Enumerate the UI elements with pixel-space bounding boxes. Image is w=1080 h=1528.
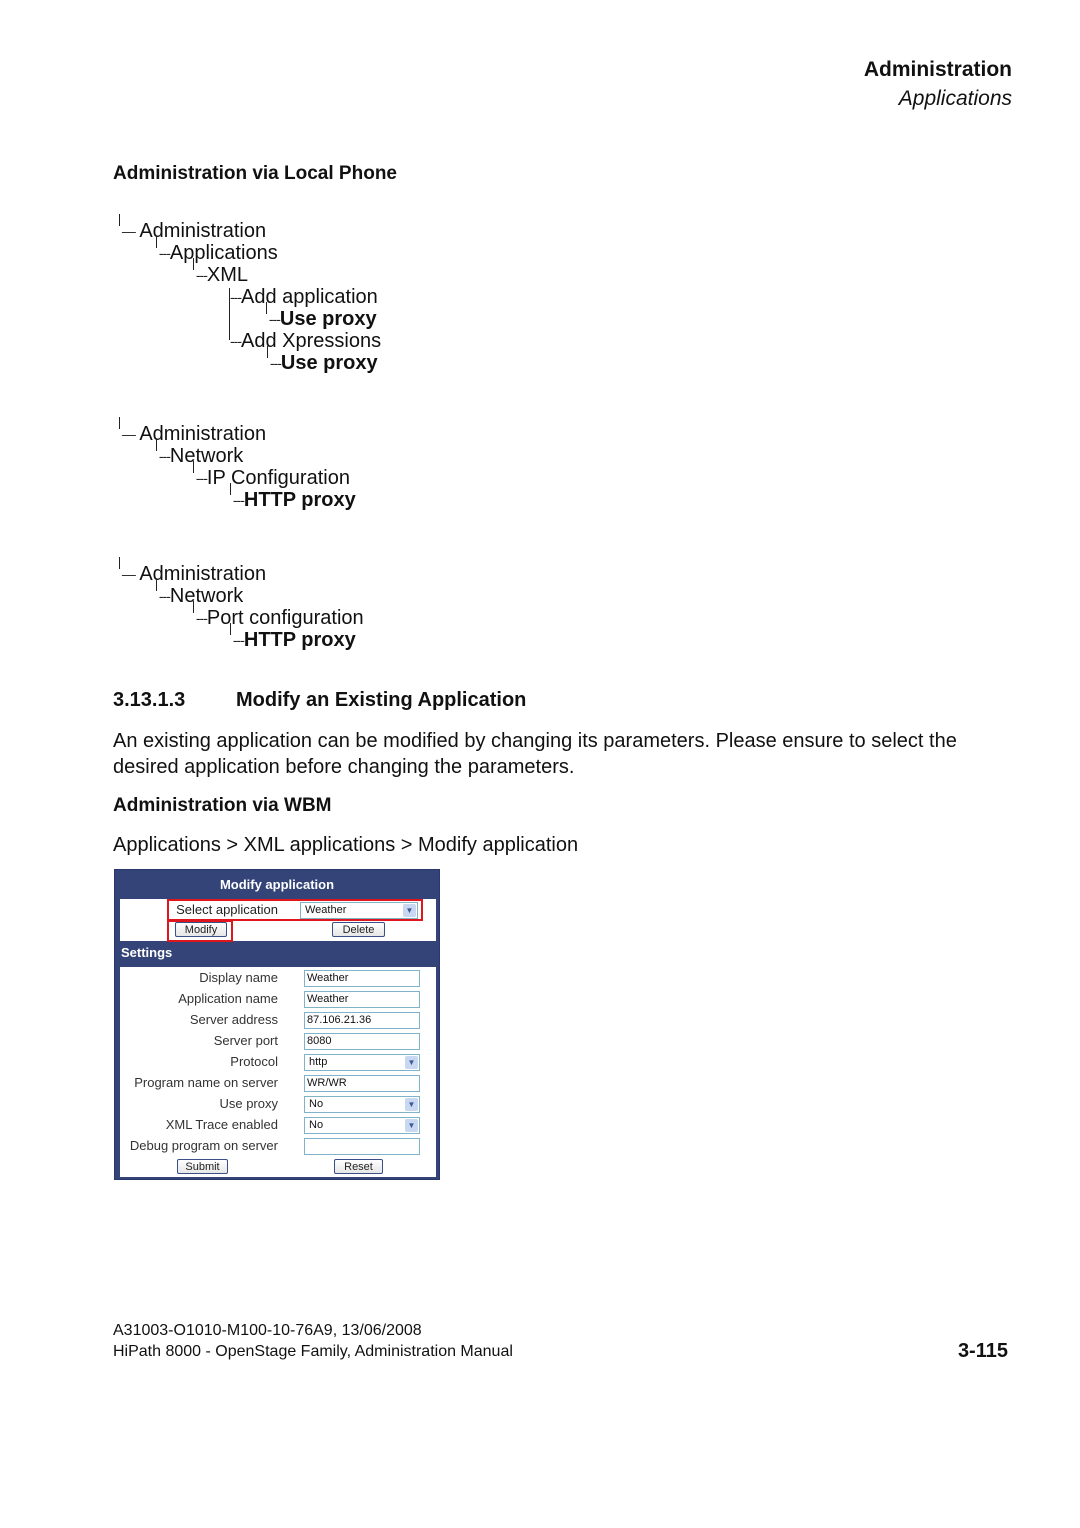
section-paragraph: An existing application can be modified … [113,730,957,778]
running-header-chapter: Administration [863,58,1012,81]
tree-node: --- Add Xpressions [230,330,382,352]
tree-node: --- Network [156,579,243,607]
highlight-modify-button [167,920,233,942]
tree-node: --- HTTP proxy [230,483,356,511]
form-title: Modify application [219,877,335,892]
tree-node: --- HTTP proxy [230,623,356,651]
section-title: Modify an Existing Application [236,689,527,711]
tree-node: --- XML [193,258,248,286]
tree-node: --- Add application [230,286,378,308]
program-name-input[interactable]: WR/WR [304,1075,420,1092]
reset-button[interactable]: Reset [334,1159,383,1174]
field-label-server-port: Server port [213,1033,278,1048]
modify-application-form: Modify application Select application We… [114,869,440,1180]
menu-tree-xml: — Administration --- Applications --- XM… [113,214,513,380]
local-phone-heading: Administration via Local Phone [113,163,397,184]
chevron-down-icon: ▼ [405,1098,418,1111]
xml-trace-select[interactable]: No ▼ [304,1117,420,1134]
protocol-select[interactable]: http ▼ [304,1054,420,1071]
tree-node: --- Use proxy [267,346,378,374]
section-number: 3.13.1.3 [113,689,186,711]
field-label-application-name: Application name [178,991,278,1006]
settings-fields: Display name Weather Application name We… [120,967,436,1177]
tree-node: --- Network [156,439,243,467]
settings-section-label: Settings [121,945,173,960]
chevron-down-icon: ▼ [405,1119,418,1132]
page-number: 3-115 [957,1340,1008,1362]
tree-node: --- IP Configuration [193,461,350,489]
footer-manual-title: HiPath 8000 - OpenStage Family, Administ… [113,1343,513,1360]
tree-node: — Administration [119,557,266,585]
field-label-use-proxy: Use proxy [219,1096,278,1111]
footer-document-id: A31003-O1010-M100-10-76A9, 13/06/2008 [113,1322,422,1339]
application-name-input[interactable]: Weather [304,991,420,1008]
menu-tree-port-config: — Administration --- Network --- Port co… [113,557,513,658]
protocol-value: http [309,1056,328,1068]
server-port-input[interactable]: 8080 [304,1033,420,1050]
field-label-program-name: Program name on server [134,1075,278,1090]
tree-node: — Administration [119,417,266,445]
use-proxy-select[interactable]: No ▼ [304,1096,420,1113]
wbm-navigation-path: Applications > XML applications > Modify… [113,834,579,856]
field-label-server-address: Server address [189,1012,278,1027]
use-proxy-value: No [309,1098,324,1110]
delete-button[interactable]: Delete [332,922,385,937]
display-name-input[interactable]: Weather [304,970,420,987]
highlight-select-application [167,899,423,921]
debug-program-input[interactable] [304,1138,420,1155]
tree-node: --- Applications [156,236,278,264]
menu-tree-ip-config: — Administration --- Network --- IP Conf… [113,417,513,518]
field-label-xml-trace: XML Trace enabled [165,1117,278,1132]
submit-button[interactable]: Submit [177,1159,228,1174]
running-header-section: Applications [898,87,1012,110]
tree-node: — Administration [119,214,266,242]
tree-node: --- Use proxy [266,302,377,330]
wbm-heading: Administration via WBM [113,795,332,816]
server-address-input[interactable]: 87.106.21.36 [304,1012,420,1029]
field-label-display-name: Display name [199,970,278,985]
field-label-debug-program: Debug program on server [129,1138,278,1153]
tree-node: --- Port configuration [193,601,364,629]
xml-trace-value: No [309,1119,324,1131]
chevron-down-icon: ▼ [405,1056,418,1069]
field-label-protocol: Protocol [230,1054,278,1069]
